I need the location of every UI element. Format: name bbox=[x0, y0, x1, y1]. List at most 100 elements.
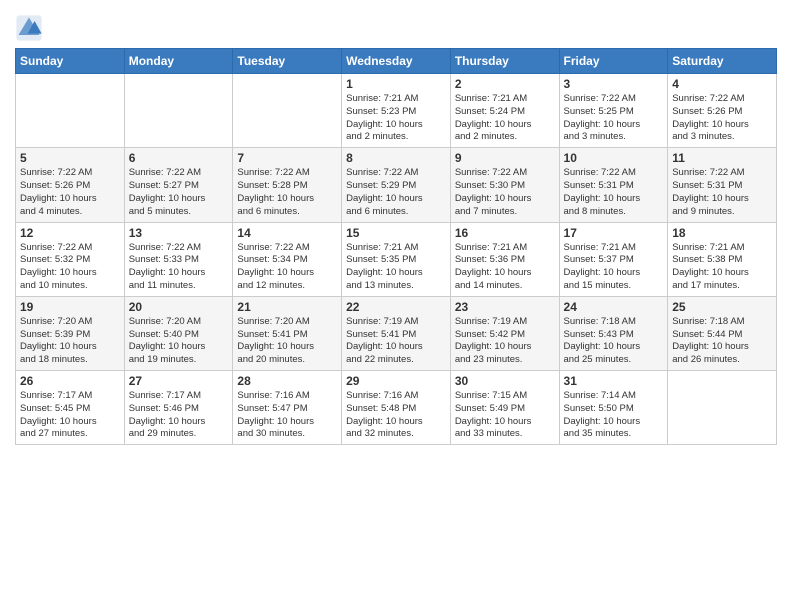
week-row-4: 19Sunrise: 7:20 AMSunset: 5:39 PMDayligh… bbox=[16, 296, 777, 370]
day-cell-15: 15 Sunrise: 7:21 AMSunset: 5:35 PMDayligh… bbox=[342, 222, 451, 296]
empty-cell bbox=[668, 371, 777, 445]
day-info: Sunrise: 7:17 AMSunset: 5:45 PMDaylight:… bbox=[20, 390, 120, 441]
day-cell-2: 2 Sunrise: 7:21 AMSunset: 5:24 PMDaylight… bbox=[450, 74, 559, 148]
day-cell-5: 5 Sunrise: 7:22 AMSunset: 5:26 PMDaylight… bbox=[16, 148, 125, 222]
day-cell-9: 9 Sunrise: 7:22 AMSunset: 5:30 PMDaylight… bbox=[450, 148, 559, 222]
day-number: 12 bbox=[20, 226, 120, 240]
weekday-header-thursday: Thursday bbox=[450, 49, 559, 74]
day-number: 3 bbox=[564, 77, 664, 91]
empty-cell bbox=[124, 74, 233, 148]
day-cell-24: 24 Sunrise: 7:18 AMSunset: 5:43 PMDayligh… bbox=[559, 296, 668, 370]
day-cell-26: 26 Sunrise: 7:17 AMSunset: 5:45 PMDayligh… bbox=[16, 371, 125, 445]
day-number: 21 bbox=[237, 300, 337, 314]
day-number: 1 bbox=[346, 77, 446, 91]
day-cell-29: 29 Sunrise: 7:16 AMSunset: 5:48 PMDayligh… bbox=[342, 371, 451, 445]
day-cell-30: 30 Sunrise: 7:15 AMSunset: 5:49 PMDayligh… bbox=[450, 371, 559, 445]
day-cell-10: 10Sunrise: 7:22 AMSunset: 5:31 PMDayligh… bbox=[559, 148, 668, 222]
calendar-table: SundayMondayTuesdayWednesdayThursdayFrid… bbox=[15, 48, 777, 445]
logo-icon bbox=[15, 14, 43, 42]
day-info: Sunrise: 7:22 AMSunset: 5:30 PMDaylight:… bbox=[455, 167, 555, 218]
day-number: 29 bbox=[346, 374, 446, 388]
day-number: 30 bbox=[455, 374, 555, 388]
day-cell-16: 16 Sunrise: 7:21 AMSunset: 5:36 PMDayligh… bbox=[450, 222, 559, 296]
day-info: Sunrise: 7:16 AMSunset: 5:48 PMDaylight:… bbox=[346, 390, 446, 441]
day-number: 19 bbox=[20, 300, 120, 314]
day-number: 10 bbox=[564, 151, 664, 165]
day-number: 23 bbox=[455, 300, 555, 314]
day-number: 5 bbox=[20, 151, 120, 165]
day-info: Sunrise: 7:22 AMSunset: 5:34 PMDaylight:… bbox=[237, 242, 337, 293]
day-cell-20: 20 Sunrise: 7:20 AMSunset: 5:40 PMDayligh… bbox=[124, 296, 233, 370]
header bbox=[15, 10, 777, 42]
day-cell-8: 8Sunrise: 7:22 AMSunset: 5:29 PMDaylight… bbox=[342, 148, 451, 222]
empty-cell bbox=[233, 74, 342, 148]
day-number: 27 bbox=[129, 374, 229, 388]
day-cell-7: 7 Sunrise: 7:22 AMSunset: 5:28 PMDaylight… bbox=[233, 148, 342, 222]
day-cell-22: 22 Sunrise: 7:19 AMSunset: 5:41 PMDayligh… bbox=[342, 296, 451, 370]
day-info: Sunrise: 7:19 AMSunset: 5:41 PMDaylight:… bbox=[346, 316, 446, 367]
day-number: 25 bbox=[672, 300, 772, 314]
day-number: 2 bbox=[455, 77, 555, 91]
day-info: Sunrise: 7:20 AMSunset: 5:41 PMDaylight:… bbox=[237, 316, 337, 367]
day-info: Sunrise: 7:18 AMSunset: 5:43 PMDaylight:… bbox=[564, 316, 664, 367]
day-info: Sunrise: 7:14 AMSunset: 5:50 PMDaylight:… bbox=[564, 390, 664, 441]
day-info: Sunrise: 7:22 AMSunset: 5:31 PMDaylight:… bbox=[672, 167, 772, 218]
day-cell-12: 12Sunrise: 7:22 AMSunset: 5:32 PMDayligh… bbox=[16, 222, 125, 296]
day-cell-4: 4 Sunrise: 7:22 AMSunset: 5:26 PMDaylight… bbox=[668, 74, 777, 148]
day-number: 9 bbox=[455, 151, 555, 165]
day-cell-3: 3 Sunrise: 7:22 AMSunset: 5:25 PMDaylight… bbox=[559, 74, 668, 148]
day-cell-11: 11Sunrise: 7:22 AMSunset: 5:31 PMDayligh… bbox=[668, 148, 777, 222]
day-number: 8 bbox=[346, 151, 446, 165]
day-info: Sunrise: 7:22 AMSunset: 5:25 PMDaylight:… bbox=[564, 93, 664, 144]
day-cell-21: 21 Sunrise: 7:20 AMSunset: 5:41 PMDayligh… bbox=[233, 296, 342, 370]
day-info: Sunrise: 7:20 AMSunset: 5:40 PMDaylight:… bbox=[129, 316, 229, 367]
day-info: Sunrise: 7:17 AMSunset: 5:46 PMDaylight:… bbox=[129, 390, 229, 441]
day-number: 16 bbox=[455, 226, 555, 240]
day-number: 15 bbox=[346, 226, 446, 240]
day-cell-27: 27 Sunrise: 7:17 AMSunset: 5:46 PMDayligh… bbox=[124, 371, 233, 445]
day-cell-6: 6Sunrise: 7:22 AMSunset: 5:27 PMDaylight… bbox=[124, 148, 233, 222]
day-info: Sunrise: 7:21 AMSunset: 5:35 PMDaylight:… bbox=[346, 242, 446, 293]
day-info: Sunrise: 7:15 AMSunset: 5:49 PMDaylight:… bbox=[455, 390, 555, 441]
day-cell-1: 1Sunrise: 7:21 AMSunset: 5:23 PMDaylight… bbox=[342, 74, 451, 148]
day-info: Sunrise: 7:22 AMSunset: 5:28 PMDaylight:… bbox=[237, 167, 337, 218]
day-number: 14 bbox=[237, 226, 337, 240]
page: SundayMondayTuesdayWednesdayThursdayFrid… bbox=[0, 0, 792, 612]
day-info: Sunrise: 7:22 AMSunset: 5:26 PMDaylight:… bbox=[20, 167, 120, 218]
day-number: 31 bbox=[564, 374, 664, 388]
day-cell-18: 18Sunrise: 7:21 AMSunset: 5:38 PMDayligh… bbox=[668, 222, 777, 296]
day-cell-17: 17 Sunrise: 7:21 AMSunset: 5:37 PMDayligh… bbox=[559, 222, 668, 296]
weekday-header-sunday: Sunday bbox=[16, 49, 125, 74]
day-number: 17 bbox=[564, 226, 664, 240]
weekday-header-friday: Friday bbox=[559, 49, 668, 74]
day-info: Sunrise: 7:21 AMSunset: 5:37 PMDaylight:… bbox=[564, 242, 664, 293]
day-number: 13 bbox=[129, 226, 229, 240]
weekday-header-saturday: Saturday bbox=[668, 49, 777, 74]
day-info: Sunrise: 7:22 AMSunset: 5:26 PMDaylight:… bbox=[672, 93, 772, 144]
day-info: Sunrise: 7:19 AMSunset: 5:42 PMDaylight:… bbox=[455, 316, 555, 367]
logo bbox=[15, 14, 46, 42]
week-row-3: 12Sunrise: 7:22 AMSunset: 5:32 PMDayligh… bbox=[16, 222, 777, 296]
day-number: 20 bbox=[129, 300, 229, 314]
weekday-header-wednesday: Wednesday bbox=[342, 49, 451, 74]
day-number: 28 bbox=[237, 374, 337, 388]
day-cell-28: 28 Sunrise: 7:16 AMSunset: 5:47 PMDayligh… bbox=[233, 371, 342, 445]
week-row-5: 26 Sunrise: 7:17 AMSunset: 5:45 PMDayligh… bbox=[16, 371, 777, 445]
day-info: Sunrise: 7:22 AMSunset: 5:33 PMDaylight:… bbox=[129, 242, 229, 293]
week-row-1: 1Sunrise: 7:21 AMSunset: 5:23 PMDaylight… bbox=[16, 74, 777, 148]
day-number: 4 bbox=[672, 77, 772, 91]
day-info: Sunrise: 7:16 AMSunset: 5:47 PMDaylight:… bbox=[237, 390, 337, 441]
day-cell-31: 31 Sunrise: 7:14 AMSunset: 5:50 PMDayligh… bbox=[559, 371, 668, 445]
day-cell-13: 13 Sunrise: 7:22 AMSunset: 5:33 PMDayligh… bbox=[124, 222, 233, 296]
day-number: 22 bbox=[346, 300, 446, 314]
day-info: Sunrise: 7:21 AMSunset: 5:36 PMDaylight:… bbox=[455, 242, 555, 293]
day-number: 7 bbox=[237, 151, 337, 165]
day-info: Sunrise: 7:21 AMSunset: 5:24 PMDaylight:… bbox=[455, 93, 555, 144]
day-number: 26 bbox=[20, 374, 120, 388]
day-cell-19: 19Sunrise: 7:20 AMSunset: 5:39 PMDayligh… bbox=[16, 296, 125, 370]
weekday-header-tuesday: Tuesday bbox=[233, 49, 342, 74]
day-cell-25: 25Sunrise: 7:18 AMSunset: 5:44 PMDayligh… bbox=[668, 296, 777, 370]
day-cell-23: 23 Sunrise: 7:19 AMSunset: 5:42 PMDayligh… bbox=[450, 296, 559, 370]
day-number: 24 bbox=[564, 300, 664, 314]
weekday-header-row: SundayMondayTuesdayWednesdayThursdayFrid… bbox=[16, 49, 777, 74]
